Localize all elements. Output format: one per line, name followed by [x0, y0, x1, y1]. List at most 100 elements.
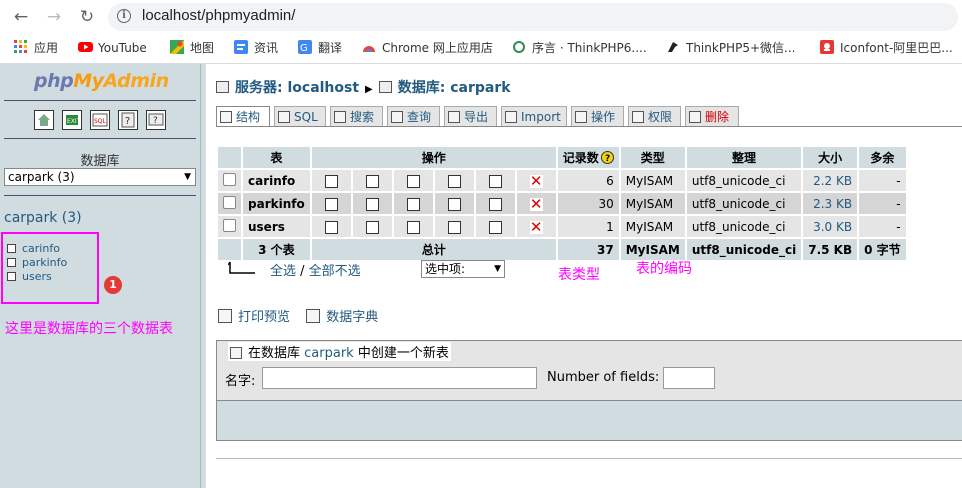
help-icon[interactable]: ?	[146, 110, 166, 130]
table-name[interactable]: parkinfo	[243, 193, 310, 214]
tab-import[interactable]: Import	[501, 106, 567, 126]
reload-icon[interactable]: ↻	[77, 7, 97, 27]
structure-icon[interactable]	[352, 216, 392, 237]
data-dictionary-link[interactable]: 数据字典	[326, 310, 378, 325]
search-icon[interactable]	[393, 216, 433, 237]
footer-total-label: 总计	[311, 239, 556, 260]
insert-icon[interactable]	[434, 216, 474, 237]
number-of-fields-input[interactable]	[663, 367, 715, 389]
tab-privileges[interactable]: 权限	[628, 106, 681, 126]
data-dictionary-icon[interactable]	[306, 309, 321, 323]
table-name[interactable]: carinfo	[243, 170, 310, 191]
header-type[interactable]: 类型	[620, 147, 685, 168]
table-row: users ✕ 1 MyISAM utf8_unicode_ci 3.0 KB …	[218, 216, 906, 237]
empty-icon[interactable]	[475, 193, 515, 214]
bookmark-thinkphp6[interactable]: 序言 · ThinkPHP6....	[512, 40, 647, 56]
bookmark-maps[interactable]: 地图	[170, 40, 214, 56]
print-icon[interactable]	[218, 309, 232, 323]
create-table-db-link[interactable]: carpark	[304, 346, 354, 361]
breadcrumb-database[interactable]: 数据库: carpark	[398, 80, 511, 96]
row-checkbox[interactable]	[223, 195, 236, 209]
header-overhead[interactable]: 多余	[859, 147, 906, 168]
row-checkbox-cell	[218, 170, 241, 191]
insert-icon[interactable]	[434, 193, 474, 214]
empty-icon[interactable]	[475, 216, 515, 237]
phpmyadmin-logo[interactable]: phpMyAdmin	[34, 70, 169, 92]
header-collation[interactable]: 整理	[686, 147, 802, 168]
maps-icon	[170, 40, 184, 54]
structure-icon	[220, 111, 232, 123]
bookmark-iconfont[interactable]: Iconfont-阿里巴巴...	[820, 40, 953, 56]
drop-icon[interactable]: ✕	[516, 193, 556, 214]
search-icon[interactable]	[393, 170, 433, 191]
check-all-link[interactable]: 全选	[270, 264, 296, 279]
tab-search[interactable]: 搜索	[330, 106, 383, 126]
uncheck-all-link[interactable]: 全部不选	[309, 264, 361, 279]
database-select[interactable]: carpark (3) ▼	[4, 168, 196, 186]
tab-operations[interactable]: 操作	[571, 106, 624, 126]
size-value[interactable]: 3.0 KB	[803, 216, 858, 237]
divider	[4, 195, 196, 196]
size-value[interactable]: 2.2 KB	[803, 170, 858, 191]
home-icon[interactable]	[34, 110, 54, 130]
print-view-link[interactable]: 打印预览	[238, 310, 290, 325]
browse-icon[interactable]	[311, 170, 351, 191]
tab-query[interactable]: 查询	[387, 106, 440, 126]
bookmark-news[interactable]: 资讯	[234, 40, 278, 56]
table-footer-row: 3 个表 总计 37 MyISAM utf8_unicode_ci 7.5 KB…	[218, 239, 906, 260]
header-records[interactable]: 记录数?	[557, 147, 619, 168]
tab-drop[interactable]: 删除	[685, 106, 739, 126]
row-checkbox[interactable]	[223, 172, 236, 186]
tab-structure[interactable]: 结构	[216, 106, 270, 126]
size-value[interactable]: 2.3 KB	[803, 193, 858, 214]
sql-icon	[278, 111, 290, 123]
header-size[interactable]: 大小	[803, 147, 858, 168]
with-selected-select[interactable]: 选中项: ▼	[421, 260, 505, 278]
records-value: 1	[557, 216, 619, 237]
annotation-table-type: 表类型	[558, 267, 600, 283]
drop-icon[interactable]: ✕	[516, 170, 556, 191]
bookmark-webstore[interactable]: Chrome 网上应用店	[362, 40, 493, 56]
arrow-ltr-icon	[228, 261, 255, 274]
drop-icon[interactable]: ✕	[516, 216, 556, 237]
type-value: MyISAM	[620, 193, 685, 214]
table-name[interactable]: users	[243, 216, 310, 237]
annotation-badge: 1	[104, 276, 122, 294]
structure-icon[interactable]	[352, 193, 392, 214]
structure-icon[interactable]	[352, 170, 392, 191]
documentation-icon[interactable]: ?	[118, 110, 138, 130]
back-arrow-icon[interactable]: ←	[11, 7, 31, 27]
insert-icon[interactable]	[434, 170, 474, 191]
create-table-footer	[216, 400, 962, 441]
browse-icon[interactable]	[311, 216, 351, 237]
forward-arrow-icon[interactable]: →	[44, 7, 64, 27]
bookmark-translate[interactable]: G 翻译	[298, 40, 342, 56]
table-name-input[interactable]	[262, 367, 537, 389]
database-icon	[378, 81, 392, 93]
database-title-link[interactable]: carpark (3)	[4, 210, 82, 226]
tab-export[interactable]: 导出	[444, 106, 497, 126]
bookmark-apps[interactable]: 应用	[14, 40, 58, 56]
svg-text:?: ?	[153, 116, 158, 126]
svg-text:SQL: SQL	[94, 118, 107, 125]
breadcrumb-server[interactable]: 服务器: localhost	[235, 80, 359, 96]
tab-sql[interactable]: SQL	[274, 106, 326, 126]
browse-icon[interactable]	[311, 193, 351, 214]
info-icon[interactable]: i	[117, 9, 131, 23]
row-checkbox[interactable]	[223, 218, 236, 232]
url-text[interactable]: localhost/phpmyadmin/	[142, 7, 295, 24]
empty-icon[interactable]	[475, 170, 515, 191]
create-table-legend: 在数据库 carpark 中创建一个新表	[228, 342, 451, 361]
bookmark-thinkphp5[interactable]: ThinkPHP5+微信...	[666, 40, 795, 56]
frame-divider[interactable]	[200, 64, 206, 488]
overhead-value: -	[859, 193, 906, 214]
exit-icon[interactable]: EXIT	[62, 110, 82, 130]
bookmark-youtube[interactable]: YouTube	[78, 40, 147, 56]
number-of-fields-label: Number of fields:	[547, 370, 660, 385]
header-table[interactable]: 表	[243, 147, 310, 168]
sql-query-icon[interactable]: SQL	[90, 110, 110, 130]
svg-text:EXIT: EXIT	[67, 118, 81, 125]
search-icon[interactable]	[393, 193, 433, 214]
footer-collation: utf8_unicode_ci	[686, 239, 802, 260]
footer-overhead: 0 字节	[859, 239, 906, 260]
